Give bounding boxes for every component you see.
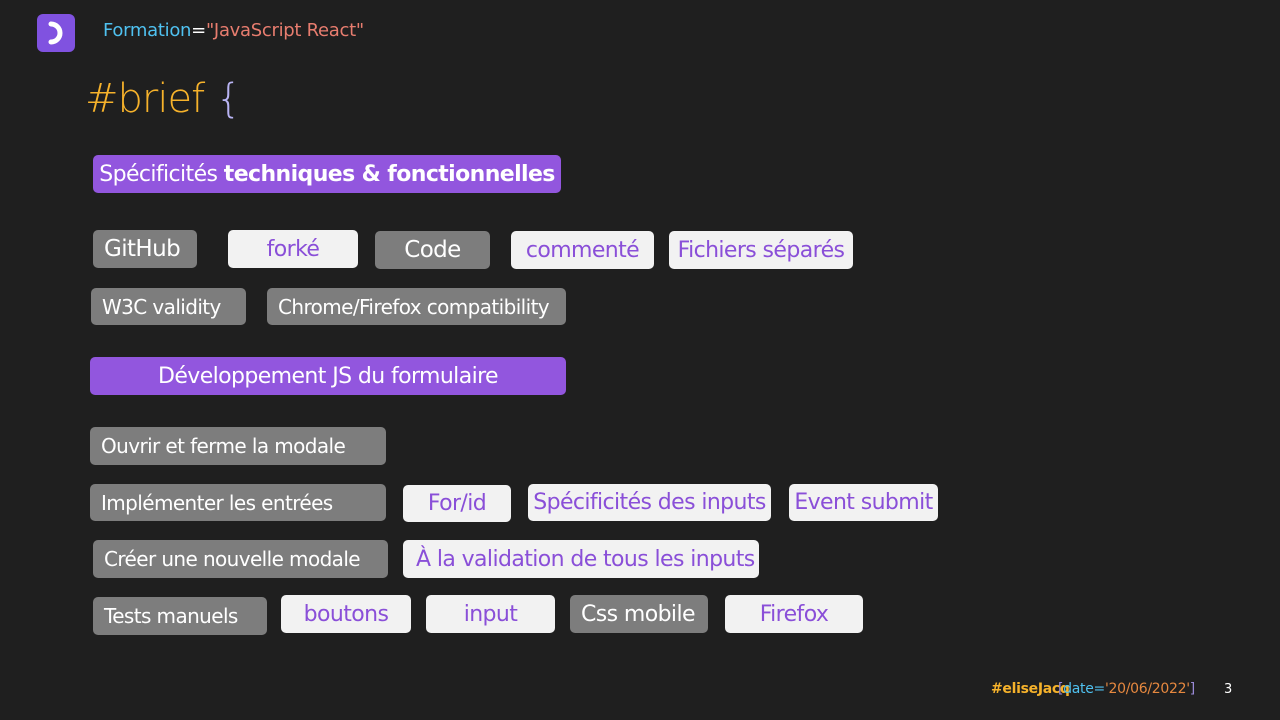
tag-specificites-inputs: Spécificités des inputs [528, 484, 771, 521]
tag-input: input [426, 595, 555, 633]
tag-event-submit: Event submit [789, 484, 938, 521]
tag-implementer-entrees: Implémenter les entrées [90, 484, 386, 521]
tag-w3c-validity: W3C validity [91, 288, 246, 325]
tag-forke: forké [228, 230, 358, 268]
tag-validation-inputs: À la validation de tous les inputs [403, 540, 759, 578]
tag-ouvrir-modale: Ouvrir et ferme la modale [90, 427, 386, 465]
footer-date: [date='20/06/2022'] [1058, 681, 1195, 697]
page-title: #brief { [85, 76, 241, 122]
tag-github: GitHub [93, 230, 197, 268]
logo-icon [37, 14, 75, 52]
header-formation: Formation="JavaScript React" [103, 20, 364, 41]
tag-tests-manuels: Tests manuels [93, 597, 267, 635]
tag-code: Code [375, 231, 490, 269]
section-technical-header: Spécificités techniques & fonctionnelles [93, 155, 561, 193]
section-js-header: Développement JS du formulaire [90, 357, 566, 395]
page-number: 3 [1224, 682, 1233, 697]
footer-date-value: '20/06/2022' [1104, 681, 1190, 697]
section-technical-plain: Spécificités [99, 161, 218, 187]
header-value: "JavaScript React" [205, 20, 364, 41]
tag-firefox: Firefox [725, 595, 863, 633]
header-eq: = [191, 20, 206, 41]
footer-date-key: date= [1063, 681, 1105, 697]
title-brace: { [215, 76, 241, 122]
footer-bracket-close: ] [1189, 681, 1195, 697]
title-word: #brief [85, 76, 205, 122]
tag-commente: commenté [511, 231, 654, 269]
tag-creer-modale: Créer une nouvelle modale [93, 540, 388, 578]
tag-browser-compatibility: Chrome/Firefox compatibility [267, 288, 566, 325]
tag-css-mobile: Css mobile [570, 595, 708, 633]
tag-fichiers-separes: Fichiers séparés [669, 231, 853, 269]
header-key: Formation [103, 20, 192, 41]
tag-boutons: boutons [281, 595, 411, 633]
section-technical-bold: techniques & fonctionnelles [223, 161, 556, 187]
tag-for-id: For/id [403, 485, 511, 522]
